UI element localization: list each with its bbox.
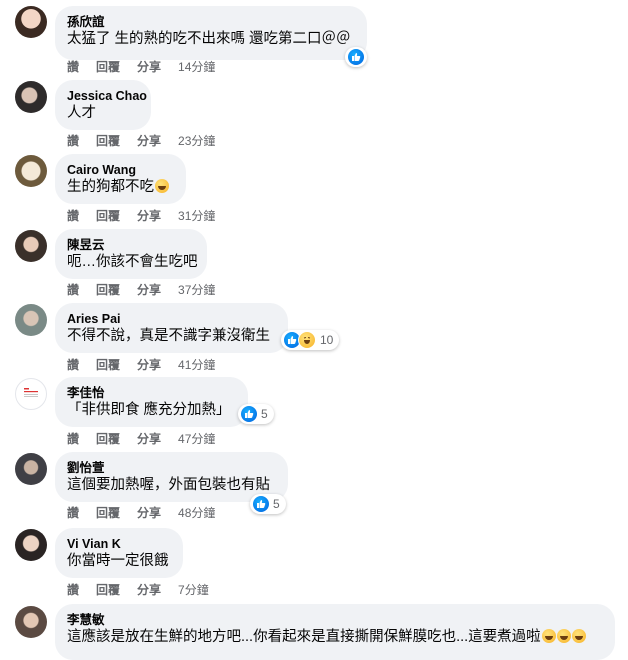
comment-actions: 讚 回覆 分享 31分鐘 bbox=[67, 208, 232, 224]
avatar[interactable] bbox=[15, 304, 47, 336]
share-button[interactable]: 分享 bbox=[137, 283, 161, 297]
like-button[interactable]: 讚 bbox=[67, 506, 79, 520]
comment-text: 人才 bbox=[67, 105, 96, 121]
share-button[interactable]: 分享 bbox=[137, 432, 161, 446]
reaction-count: 10 bbox=[320, 333, 334, 347]
share-button[interactable]: 分享 bbox=[137, 209, 161, 223]
comment-text: 「非供即食 應充分加熱」 bbox=[67, 402, 231, 418]
comment-text: 這應該是放在生鮮的地方吧...你看起來是直接撕開保鮮膜吃也...這要煮過啦 bbox=[67, 628, 603, 647]
reaction-summary[interactable] bbox=[345, 47, 367, 67]
like-button[interactable]: 讚 bbox=[67, 283, 79, 297]
comment-bubble: 陳昱云 呃…你該不會生吃吧 bbox=[55, 229, 207, 279]
like-button[interactable]: 讚 bbox=[67, 60, 79, 74]
reaction-summary[interactable]: 10 bbox=[281, 330, 340, 350]
grinning-squinting-face-icon bbox=[155, 179, 169, 193]
comment-actions: 讚 回覆 分享 41分鐘 bbox=[67, 357, 232, 373]
share-button[interactable]: 分享 bbox=[137, 506, 161, 520]
comment-bubble: Aries Pai 不得不說，真是不識字兼沒衛生 bbox=[55, 303, 288, 353]
reply-button[interactable]: 回覆 bbox=[96, 60, 120, 74]
reply-button[interactable]: 回覆 bbox=[96, 358, 120, 372]
commenter-name[interactable]: Jessica Chao bbox=[67, 88, 147, 104]
comment-time[interactable]: 47分鐘 bbox=[178, 432, 215, 446]
like-reaction-icon bbox=[348, 49, 364, 65]
like-button[interactable]: 讚 bbox=[67, 432, 79, 446]
comment-bubble: 李慧敏 這應該是放在生鮮的地方吧...你看起來是直接撕開保鮮膜吃也...這要煮過… bbox=[55, 604, 615, 660]
comment-time[interactable]: 7分鐘 bbox=[178, 583, 209, 597]
reply-button[interactable]: 回覆 bbox=[96, 283, 120, 297]
comment-actions: 讚 回覆 分享 23分鐘 bbox=[67, 133, 232, 149]
rofl-icon bbox=[541, 629, 556, 643]
share-button[interactable]: 分享 bbox=[137, 134, 161, 148]
like-button[interactable]: 讚 bbox=[67, 209, 79, 223]
reply-button[interactable]: 回覆 bbox=[96, 583, 120, 597]
avatar[interactable] bbox=[15, 81, 47, 113]
comment-bubble: 李佳怡 「非供即食 應充分加熱」 bbox=[55, 377, 248, 427]
commenter-name[interactable]: Aries Pai bbox=[67, 311, 276, 327]
avatar[interactable] bbox=[15, 378, 47, 410]
comment-actions: 讚 回覆 分享 37分鐘 bbox=[67, 282, 232, 298]
reply-button[interactable]: 回覆 bbox=[96, 432, 120, 446]
share-button[interactable]: 分享 bbox=[137, 358, 161, 372]
commenter-name[interactable]: Vi Vian K bbox=[67, 536, 171, 552]
comment-actions: 讚 回覆 分享 48分鐘 bbox=[67, 505, 232, 521]
like-button[interactable]: 讚 bbox=[67, 358, 79, 372]
comment-text: 不得不說，真是不識字兼沒衛生 bbox=[67, 328, 270, 344]
reaction-summary[interactable]: 5 bbox=[250, 494, 286, 514]
comment-text: 你當時一定很餓 bbox=[67, 553, 169, 569]
reaction-summary[interactable]: 5 bbox=[238, 404, 274, 424]
avatar[interactable] bbox=[15, 230, 47, 262]
like-button[interactable]: 讚 bbox=[67, 134, 79, 148]
commenter-name[interactable]: Cairo Wang bbox=[67, 162, 174, 178]
share-button[interactable]: 分享 bbox=[137, 583, 161, 597]
comment-bubble: Vi Vian K 你當時一定很餓 bbox=[55, 528, 183, 578]
commenter-name[interactable]: 李慧敏 bbox=[67, 612, 603, 628]
comment-text: 這個要加熱喔，外面包裝也有貼 bbox=[67, 477, 270, 493]
comment-time[interactable]: 14分鐘 bbox=[178, 60, 215, 74]
comment-text: 生的狗都不吃 bbox=[67, 178, 174, 197]
share-button[interactable]: 分享 bbox=[137, 60, 161, 74]
haha-reaction-icon bbox=[298, 331, 316, 349]
comment-bubble: Jessica Chao 人才 bbox=[55, 80, 151, 130]
comment-actions: 讚 回覆 分享 47分鐘 bbox=[67, 431, 232, 447]
like-reaction-icon bbox=[241, 406, 257, 422]
commenter-name[interactable]: 李佳怡 bbox=[67, 385, 236, 401]
avatar[interactable] bbox=[15, 155, 47, 187]
avatar[interactable] bbox=[15, 453, 47, 485]
comment-bubble: Cairo Wang 生的狗都不吃 bbox=[55, 154, 186, 204]
comment-time[interactable]: 23分鐘 bbox=[178, 134, 215, 148]
reply-button[interactable]: 回覆 bbox=[96, 209, 120, 223]
reaction-count: 5 bbox=[261, 407, 268, 421]
comment-bubble: 孫欣誼 太猛了 生的熟的吃不出來嗎 還吃第二口＠＠ bbox=[55, 6, 367, 60]
reply-button[interactable]: 回覆 bbox=[96, 506, 120, 520]
commenter-name[interactable]: 陳昱云 bbox=[67, 237, 195, 253]
comment-time[interactable]: 37分鐘 bbox=[178, 283, 215, 297]
comment-text: 太猛了 生的熟的吃不出來嗎 還吃第二口＠＠ bbox=[67, 31, 351, 47]
reply-button[interactable]: 回覆 bbox=[96, 134, 120, 148]
commenter-name[interactable]: 劉怡萱 bbox=[67, 460, 276, 476]
like-button[interactable]: 讚 bbox=[67, 583, 79, 597]
comment-text: 呃…你該不會生吃吧 bbox=[67, 254, 198, 270]
comment-time[interactable]: 31分鐘 bbox=[178, 209, 215, 223]
avatar[interactable] bbox=[15, 606, 47, 638]
comment-time[interactable]: 41分鐘 bbox=[178, 358, 215, 372]
comment-actions: 讚 回覆 分享 14分鐘 bbox=[67, 59, 232, 75]
comment-time[interactable]: 48分鐘 bbox=[178, 506, 215, 520]
like-reaction-icon bbox=[253, 496, 269, 512]
reaction-count: 5 bbox=[273, 497, 280, 511]
comment-actions: 讚 回覆 分享 7分鐘 bbox=[67, 582, 226, 598]
comment-text-content: 這應該是放在生鮮的地方吧...你看起來是直接撕開保鮮膜吃也...這要煮過啦 bbox=[67, 629, 541, 645]
rofl-icon bbox=[571, 629, 586, 643]
rofl-icon bbox=[556, 629, 571, 643]
avatar[interactable] bbox=[15, 529, 47, 561]
commenter-name[interactable]: 孫欣誼 bbox=[67, 14, 355, 30]
comment-text-content: 生的狗都不吃 bbox=[67, 179, 154, 195]
comment-bubble: 劉怡萱 這個要加熱喔，外面包裝也有貼 bbox=[55, 452, 288, 502]
avatar[interactable] bbox=[15, 6, 47, 38]
